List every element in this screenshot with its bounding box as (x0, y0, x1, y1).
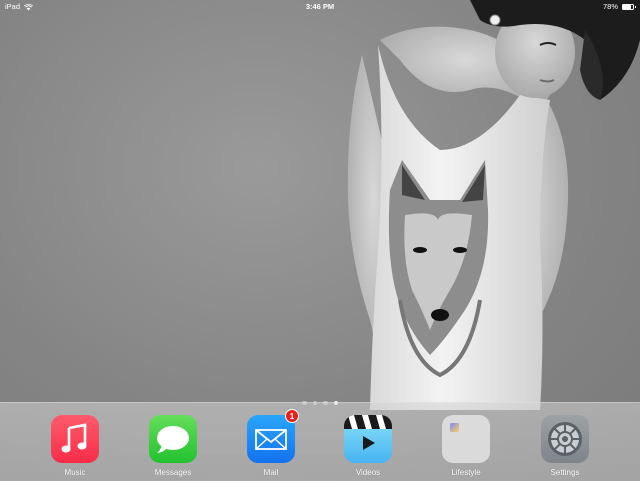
app-label: Videos (355, 468, 381, 477)
app-mail[interactable]: 1 Mail (241, 409, 301, 477)
battery-fill (623, 5, 631, 9)
app-label: Music (64, 468, 86, 477)
status-right: 78% (602, 0, 636, 14)
status-bar: iPad 3:46 PM 78% (0, 0, 640, 14)
app-label: Messages (154, 468, 192, 477)
clapperboard-icon (344, 415, 392, 450)
app-messages[interactable]: Messages (143, 415, 203, 477)
app-label: Lifestyle (451, 468, 481, 477)
music-note-icon (61, 423, 87, 453)
battery-percent: 78% (602, 2, 618, 11)
app-lifestyle-folder[interactable]: Lifestyle (436, 415, 496, 477)
dock: Music Messages 1 Mail Videos Lifestyle S… (0, 402, 640, 481)
battery-icon (622, 4, 636, 10)
app-settings[interactable]: Settings (535, 415, 595, 477)
app-music[interactable]: Music (45, 415, 105, 477)
folder-mini-app-icon (450, 423, 459, 432)
status-time: 3:46 PM (305, 2, 335, 11)
folder-icon[interactable] (442, 415, 490, 463)
app-label: Mail (263, 468, 279, 477)
messages-app-icon[interactable] (149, 415, 197, 463)
settings-app-icon[interactable] (541, 415, 589, 463)
gear-icon (548, 422, 582, 456)
videos-app-icon[interactable] (344, 415, 392, 463)
mail-badge: 1 (285, 409, 299, 423)
speech-bubble-icon (157, 426, 189, 453)
app-label: Settings (550, 468, 580, 477)
music-app-icon[interactable] (51, 415, 99, 463)
app-videos[interactable]: Videos (338, 415, 398, 477)
